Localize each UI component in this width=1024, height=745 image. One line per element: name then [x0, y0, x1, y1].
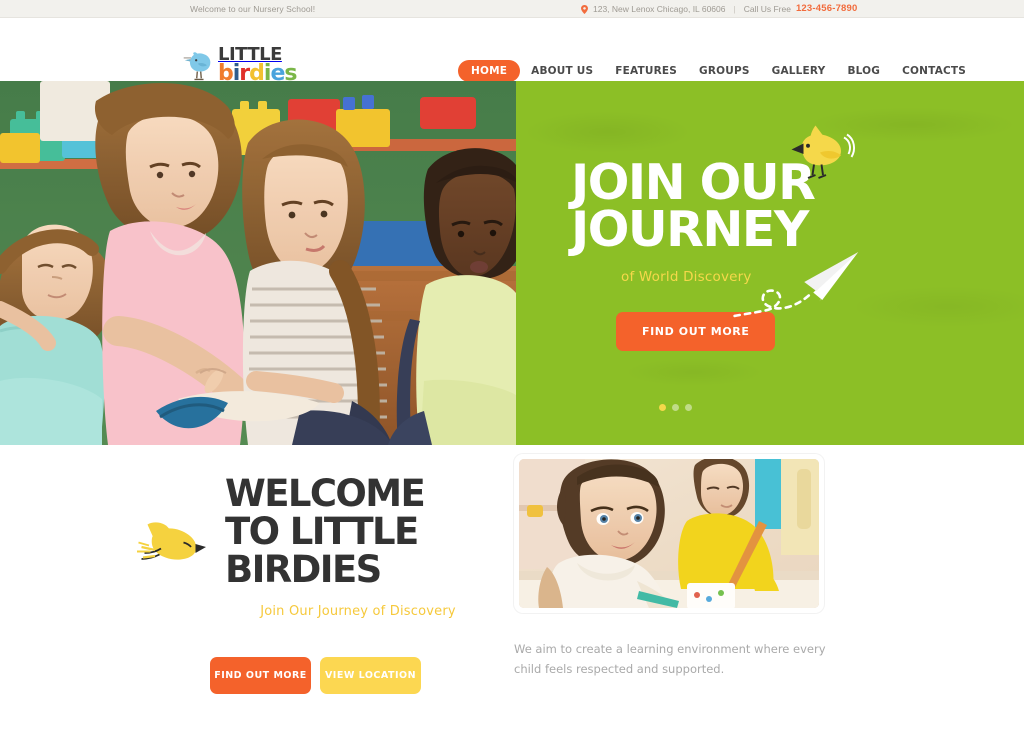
welcome-view-location-button[interactable]: VIEW LOCATION [320, 657, 421, 694]
call-us-label: Call Us Free [743, 3, 791, 14]
welcome-photo-frame [514, 454, 824, 613]
phone-number[interactable]: 123-456-7890 [796, 3, 858, 14]
welcome-photo [519, 459, 819, 608]
classroom-photo-illustration [0, 81, 516, 445]
carousel-dot-3[interactable] [685, 404, 692, 411]
carousel-dot-2[interactable] [672, 404, 679, 411]
nav-item-home[interactable]: HOME [458, 60, 521, 82]
blue-bird-icon [182, 51, 216, 83]
welcome-title: WELCOME TO LITTLE BIRDIES [225, 472, 426, 591]
yellow-flying-bird-icon [134, 515, 206, 570]
top-bar: Welcome to our Nursery School! 123, New … [0, 0, 1024, 18]
hero-photo [0, 81, 516, 445]
yellow-bird-icon [781, 121, 856, 181]
welcome-message: Welcome to our Nursery School! [190, 3, 316, 14]
topbar-separator: | [733, 3, 736, 14]
welcome-find-out-more-button[interactable]: FIND OUT MORE [210, 657, 311, 694]
carousel-dots[interactable] [659, 404, 692, 411]
hero-green-panel: JOIN OUR JOURNEY of World Discovery FIND… [516, 81, 1024, 445]
location-pin-icon [581, 5, 588, 14]
hero-title-line2: JOURNEY [571, 201, 809, 258]
nav-item-groups[interactable]: GROUPS [688, 60, 761, 82]
site-logo[interactable]: LITTLE birdies [182, 46, 297, 85]
welcome-section: WELCOME TO LITTLE BIRDIES Join Our Journ… [0, 445, 1024, 742]
nav-item-about-us[interactable]: ABOUT US [520, 60, 604, 82]
welcome-buttons: FIND OUT MORE VIEW LOCATION [210, 657, 421, 694]
welcome-right-column: We aim to create a learning environment … [514, 454, 826, 676]
hero-section: JOIN OUR JOURNEY of World Discovery FIND… [0, 81, 1024, 445]
topbar-contact-info: 123, New Lenox Chicago, IL 60606 | Call … [581, 3, 858, 14]
nav-item-gallery[interactable]: GALLERY [761, 60, 837, 82]
main-navigation: HOME ABOUT US FEATURES GROUPS GALLERY BLOG CON… [458, 60, 977, 82]
nav-item-contacts[interactable]: CONTACTS [891, 60, 977, 82]
carousel-dot-1[interactable] [659, 404, 666, 411]
welcome-subtitle: Join Our Journey of Discovery [260, 604, 456, 619]
nav-item-blog[interactable]: BLOG [836, 60, 891, 82]
kids-drawing-photo-illustration [519, 459, 819, 608]
address-text: 123, New Lenox Chicago, IL 60606 [593, 3, 726, 14]
nav-item-features[interactable]: FEATURES [604, 60, 688, 82]
welcome-paragraph: We aim to create a learning environment … [514, 642, 826, 676]
paper-plane-icon [730, 249, 861, 324]
site-header: LITTLE birdies HOME ABOUT US FEATURES GROUP… [0, 18, 1024, 85]
